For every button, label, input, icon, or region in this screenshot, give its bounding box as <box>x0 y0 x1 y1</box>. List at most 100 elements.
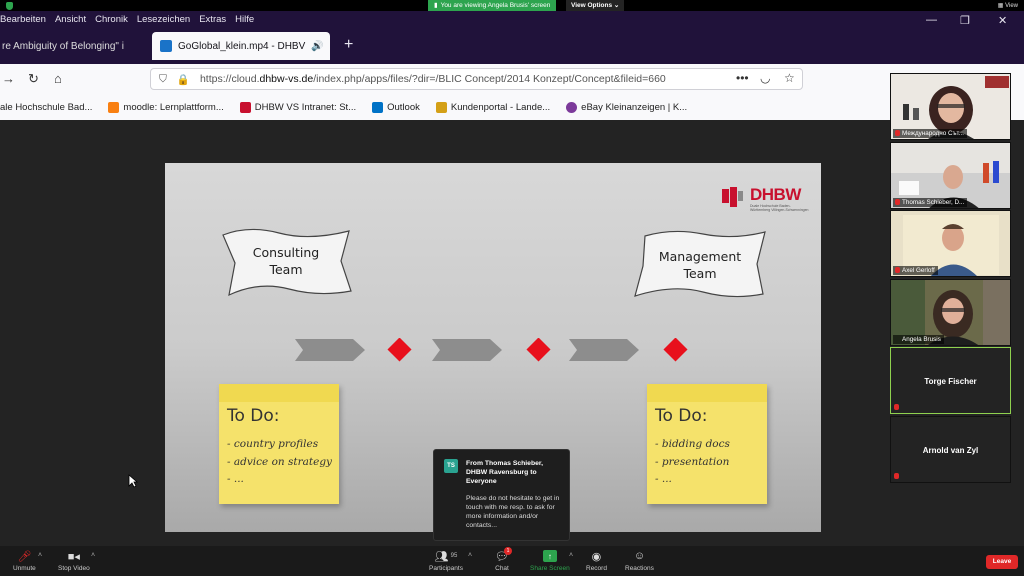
moodle-icon <box>108 101 120 113</box>
video-camera-icon: ■◂ <box>67 550 80 563</box>
participant-tile[interactable]: Thomas Schieber, D... <box>890 142 1011 209</box>
chevron-arrow <box>432 339 502 361</box>
menu-item[interactable]: Hilfe <box>235 14 254 25</box>
minimize-icon[interactable]: — <box>926 14 937 26</box>
reload-icon[interactable]: ↻ <box>28 71 39 87</box>
management-team-flag: Management Team <box>633 228 767 300</box>
view-options-button[interactable]: View Options ⌄ <box>566 0 625 11</box>
reactions-button[interactable]: ☺︎ Reactions <box>625 550 654 572</box>
chevron-arrow <box>295 339 365 361</box>
chat-notification[interactable]: TS From Thomas Schieber, DHBW Ravensburg… <box>433 449 570 541</box>
todo-sticky-right: To Do: - bidding docs - presentation - .… <box>647 384 767 504</box>
flag-label: Team <box>269 262 303 277</box>
view-button[interactable]: ▦ View <box>998 2 1018 9</box>
participant-tile[interactable]: Arnold van Zyl <box>890 416 1011 483</box>
share-icon: ▮ <box>434 2 438 9</box>
chevron-up-icon[interactable]: ˄ <box>91 552 95 559</box>
speaker-icon[interactable]: 🔊 <box>311 41 323 52</box>
close-window-icon[interactable]: ✕ <box>998 14 1007 27</box>
chevron-up-icon[interactable]: ˄ <box>38 552 42 559</box>
participant-name: Angela Brusis <box>893 335 944 344</box>
menu-item[interactable]: Ansicht <box>55 14 86 25</box>
meeting-toolbar: 🎤︎ Unmute ˄ ■◂ Stop Video ˄ 👥︎ 95 Partici… <box>0 546 1024 576</box>
stop-video-button[interactable]: ■◂ Stop Video <box>58 550 90 573</box>
record-icon: ◉ <box>591 550 602 563</box>
participant-tile[interactable]: Международно Сът... <box>890 73 1011 140</box>
avatar: TS <box>444 459 458 473</box>
chevron-up-icon[interactable]: ˄ <box>569 552 573 559</box>
participant-name: Torge Fischer <box>924 377 977 386</box>
tab-active[interactable]: GoGlobal_klein.mp4 - DHBV 🔊 ✕ <box>152 32 330 60</box>
forward-icon[interactable]: → <box>2 71 15 86</box>
tracking-shield-icon[interactable]: ⛉ <box>159 73 167 86</box>
bookmark-item[interactable]: eBay Kleinanzeigen | K... <box>566 101 687 113</box>
participant-name: Международно Сът... <box>893 129 967 138</box>
bookmark-item[interactable]: moodle: Lernplattform... <box>108 101 224 113</box>
chat-icon: 💬︎ 1 <box>495 547 512 563</box>
browser-tabbar: re Ambiguity of Belonging" i GoGlobal_kl… <box>0 28 1024 64</box>
page-actions-icon[interactable]: ••• <box>736 71 749 85</box>
menu-item[interactable]: Bearbeiten <box>0 14 46 25</box>
leave-button[interactable]: Leave <box>986 555 1018 569</box>
smiley-plus-icon: ☺︎ <box>633 550 646 562</box>
participant-tile[interactable]: Angela Brusis <box>890 279 1011 346</box>
chevron-arrow <box>569 339 639 361</box>
lock-icon[interactable]: 🔒 <box>177 73 190 86</box>
share-screen-icon: ↑ <box>542 550 557 562</box>
flag-label: Management <box>658 249 742 264</box>
muted-mic-icon <box>895 267 900 273</box>
chat-button[interactable]: 💬︎ 1 Chat <box>495 547 512 572</box>
chat-sender: From Thomas Schieber, DHBW Ravensburg to… <box>466 460 544 485</box>
participant-name: Arnold van Zyl <box>922 446 979 455</box>
participants-icon: 👥︎ 95 <box>434 550 458 563</box>
grid-icon: ▦ <box>997 3 1004 9</box>
home-icon[interactable]: ⌂ <box>54 71 62 86</box>
participant-tile[interactable]: Axel Gerloff <box>890 210 1011 277</box>
pocket-icon[interactable]: ◡ <box>760 71 770 85</box>
participants-button[interactable]: 👥︎ 95 Participants <box>429 550 463 573</box>
new-tab-button[interactable]: + <box>344 36 353 54</box>
menu-item[interactable]: Extras <box>199 14 226 25</box>
mic-muted-icon: 🎤︎ <box>17 550 32 563</box>
bookmark-item[interactable]: Outlook <box>372 101 420 113</box>
flag-label: Team <box>683 266 717 281</box>
muted-mic-icon <box>895 199 900 205</box>
maximize-icon[interactable]: ❐ <box>960 14 970 27</box>
process-flow <box>295 338 688 362</box>
dhbw-logo: DHBW Duale Hochschule Baden-Württemberg … <box>720 183 810 223</box>
dhbw-mark-icon <box>722 187 743 207</box>
chat-badge: 1 <box>504 547 512 555</box>
mouse-cursor-icon <box>128 474 138 488</box>
menu-item[interactable]: Chronik <box>95 14 128 25</box>
chevron-up-icon[interactable]: ˄ <box>468 552 472 559</box>
bookmark-star-icon[interactable]: ☆ <box>784 71 795 85</box>
zoom-window: ▮ You are viewing Angela Brusis' screen … <box>0 0 1024 576</box>
muted-mic-icon <box>895 130 900 136</box>
muted-mic-icon <box>894 473 899 479</box>
url-text: https://cloud.dhbw-vs.de/index.php/apps/… <box>199 73 666 85</box>
milestone-diamond <box>526 338 551 362</box>
unmute-button[interactable]: 🎤︎ Unmute <box>13 550 36 573</box>
bookmark-item[interactable]: Kundenportal - Lande... <box>435 101 550 113</box>
viewing-banner: ▮ You are viewing Angela Brusis' screen <box>428 0 557 11</box>
record-button[interactable]: ◉ Record <box>586 550 607 573</box>
kundenportal-icon <box>435 101 447 113</box>
dhbw-icon <box>239 101 251 113</box>
share-screen-button[interactable]: ↑ Share Screen <box>530 550 570 572</box>
bookmark-item[interactable]: ale Hochschule Bad... <box>0 102 92 113</box>
bookmark-item[interactable]: DHBW VS Intranet: St... <box>239 101 356 113</box>
chat-message: Please do not hesitate to get in touch w… <box>466 495 560 529</box>
menu-item[interactable]: Lesezeichen <box>137 14 190 25</box>
nextcloud-icon <box>160 40 172 52</box>
todo-sticky-left: To Do: - country profiles - advice on st… <box>219 384 339 504</box>
browser-menubar: Bearbeiten Ansicht Chronik Lesezeichen E… <box>0 11 1024 28</box>
outlook-icon <box>372 101 384 113</box>
shield-icon <box>6 2 13 10</box>
flag-label: Consulting <box>252 245 320 260</box>
bookmarks-bar: ale Hochschule Bad... moodle: Lernplattf… <box>0 94 1024 120</box>
url-bar[interactable]: ⛉ 🔒 https://cloud.dhbw-vs.de/index.php/a… <box>150 68 803 90</box>
milestone-diamond <box>387 338 412 362</box>
participant-tile[interactable]: Torge Fischer <box>890 347 1011 414</box>
ebay-icon <box>566 101 578 113</box>
tab-inactive[interactable]: re Ambiguity of Belonging" i <box>0 32 148 60</box>
